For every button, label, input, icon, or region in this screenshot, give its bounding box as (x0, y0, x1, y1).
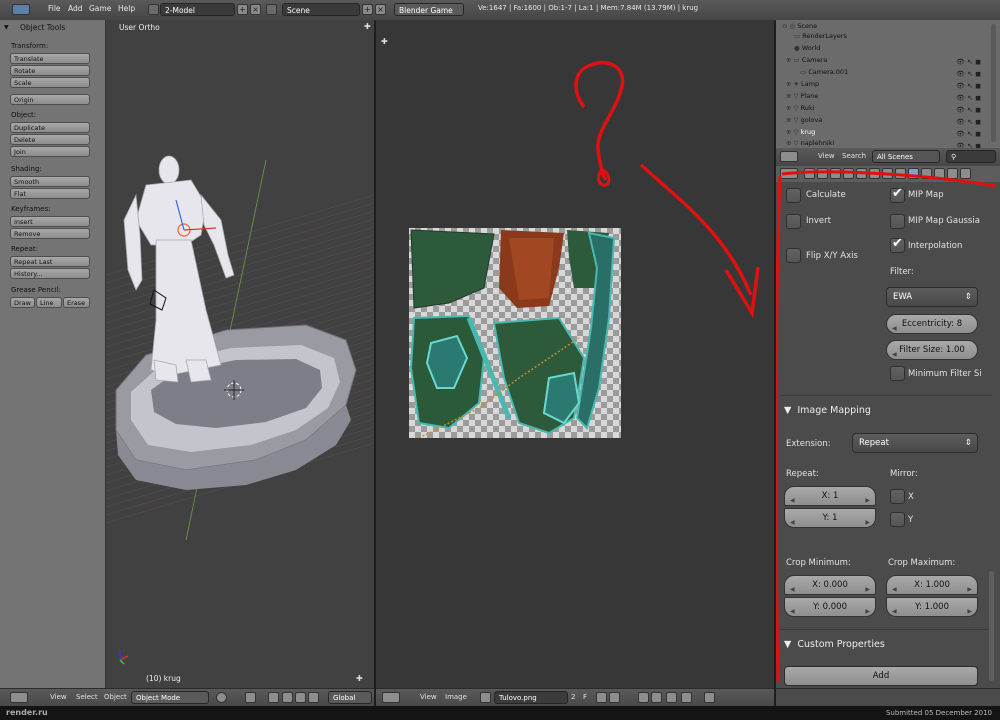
outliner-row[interactable]: ▭ RenderLayers (794, 30, 1000, 42)
erase-button[interactable]: Erase (63, 297, 90, 308)
properties-panel: Calculate Invert Flip X/Y Axis MIP Map M… (776, 166, 1000, 688)
view3d-header: View Select Object Object Mode Global (0, 688, 374, 707)
selected-object-info: (10) krug (146, 674, 181, 683)
image-view-menu[interactable]: View (420, 693, 437, 701)
footer-bar: render.ru Submitted 05 December 2010 (0, 706, 1000, 720)
rotate-manip-icon[interactable] (295, 692, 306, 703)
paint-mode-icon[interactable] (666, 692, 677, 703)
image-users-count: 2 (571, 693, 576, 701)
line-button[interactable]: Line (36, 297, 62, 308)
grease-pencil-label: Grease Pencil: (11, 286, 61, 294)
outliner-search-input[interactable]: ⚲ (946, 150, 996, 163)
view3d-view-menu[interactable]: View (50, 693, 67, 701)
display-channels-icon[interactable] (651, 692, 662, 703)
ring-model (115, 324, 357, 490)
engine-select[interactable]: Blender Game (394, 3, 464, 16)
scene-field[interactable]: Scene (282, 3, 360, 16)
orientation-select[interactable]: Global (328, 691, 372, 704)
translate-button[interactable]: Translate (10, 53, 90, 64)
pivot-icon[interactable] (245, 692, 256, 703)
image-editor-header: View Image Tulovo.png 2 F (376, 688, 774, 707)
red-outline-annotation (776, 170, 997, 682)
collapse-triangle-icon[interactable]: ▼ (4, 24, 9, 31)
image-pin-icon[interactable] (704, 692, 715, 703)
outliner-row[interactable]: ● World (794, 42, 1000, 54)
flat-button[interactable]: Flat (10, 188, 90, 199)
image-image-menu[interactable]: Image (445, 693, 467, 701)
scene-stats: Ve:1647 | Fa:1600 | Ob:1-7 | La:1 | Mem:… (478, 4, 699, 12)
outliner-header: View Search All Scenes ⚲ (776, 148, 1000, 166)
view3d-object-menu[interactable]: Object (104, 693, 127, 701)
model-scene-svg (106, 155, 374, 665)
viewport-3d[interactable]: User Ortho ✚ (10) krug ✚ (106, 20, 374, 688)
repeat-label: Repeat: (11, 245, 38, 253)
remove-keyframe-button[interactable]: Remove (10, 228, 90, 239)
tool-shelf: ▼ Object Tools Transform: Translate Rota… (0, 20, 106, 688)
smooth-button[interactable]: Smooth (10, 176, 90, 187)
unlink-image-icon[interactable] (609, 692, 620, 703)
add-scene-button[interactable]: + (362, 4, 373, 15)
insert-keyframe-button[interactable]: Insert (10, 216, 90, 227)
shading-label: Shading: (11, 165, 42, 173)
outliner-search-menu[interactable]: Search (842, 152, 866, 160)
rotate-button[interactable]: Rotate (10, 65, 90, 76)
menu-file[interactable]: File (48, 4, 61, 13)
display-alpha-icon[interactable] (638, 692, 649, 703)
fake-user-toggle[interactable]: F (583, 693, 587, 701)
outliner-view-menu[interactable]: View (818, 152, 835, 160)
keyframes-label: Keyframes: (11, 205, 51, 213)
repeat-last-button[interactable]: Repeat Last (10, 256, 90, 267)
duplicate-button[interactable]: Duplicate (10, 122, 90, 133)
screen-layout-icon[interactable] (148, 4, 159, 15)
image-editor-type-icon[interactable] (382, 692, 400, 703)
view3d-editor-icon[interactable] (10, 692, 28, 703)
outliner-filter-select[interactable]: All Scenes (872, 150, 940, 163)
image-editor[interactable]: ✚ ? (376, 20, 774, 688)
object-mode-select[interactable]: Object Mode (131, 691, 209, 704)
properties-bottom (776, 688, 1000, 707)
add-screen-button[interactable]: + (237, 4, 248, 15)
scale-manip-icon[interactable] (308, 692, 319, 703)
menu-game[interactable]: Game (89, 4, 111, 13)
image-browse-icon[interactable] (480, 692, 491, 703)
delete-button[interactable]: Delete (10, 134, 90, 145)
remove-scene-button[interactable]: × (375, 4, 386, 15)
scene-icon[interactable] (266, 4, 277, 15)
top-header-bar: File Add Game Help 2-Model + × Scene + ×… (0, 0, 1000, 21)
image-lock-icon[interactable] (681, 692, 692, 703)
object-tools-title: Object Tools (20, 23, 66, 32)
view-corner-plus-icon[interactable]: ✚ (356, 674, 363, 683)
menu-help[interactable]: Help (118, 4, 135, 13)
visibility-icons[interactable]: 👁 ↖ ◼ 👁 ↖ ◼ 👁 ↖ ◼ 👁 ↖ ◼ 👁 ↖ ◼ 👁 ↖ ◼ 👁 ↖ ◼ 👁 ↖ ◼ (956, 56, 981, 152)
image-view-plus-icon[interactable]: ✚ (381, 37, 388, 46)
new-image-icon[interactable] (596, 692, 607, 703)
origin-button[interactable]: Origin (10, 94, 90, 105)
draw-button[interactable]: Draw (10, 297, 35, 308)
transform-label: Transform: (11, 42, 49, 50)
image-name-field[interactable]: Tulovo.png (494, 691, 568, 704)
manipulator-icon[interactable] (268, 692, 279, 703)
scale-button[interactable]: Scale (10, 77, 90, 88)
submitted-date: Submitted 05 December 2010 (885, 709, 992, 717)
screen-layout-field[interactable]: 2-Model (160, 3, 235, 16)
history-button[interactable]: History... (10, 268, 90, 279)
join-button[interactable]: Join (10, 146, 90, 157)
view3d-select-menu[interactable]: Select (76, 693, 98, 701)
object-label: Object: (11, 111, 37, 119)
menu-add[interactable]: Add (68, 4, 83, 13)
remove-screen-button[interactable]: × (250, 4, 261, 15)
outliner-editor-icon[interactable] (780, 151, 798, 162)
translate-manip-icon[interactable] (282, 692, 293, 703)
outliner-scrollbar[interactable] (991, 24, 996, 142)
site-logo: render.ru (6, 708, 48, 717)
outliner: ⊖ ◎ Scene ▭ RenderLayers ● World ⊕ ▭ Cam… (776, 20, 1000, 150)
red-annotation (574, 60, 760, 319)
axis-gizmo-icon (119, 650, 129, 665)
info-editor-icon[interactable] (12, 4, 30, 15)
shading-sphere-icon[interactable] (216, 692, 227, 703)
